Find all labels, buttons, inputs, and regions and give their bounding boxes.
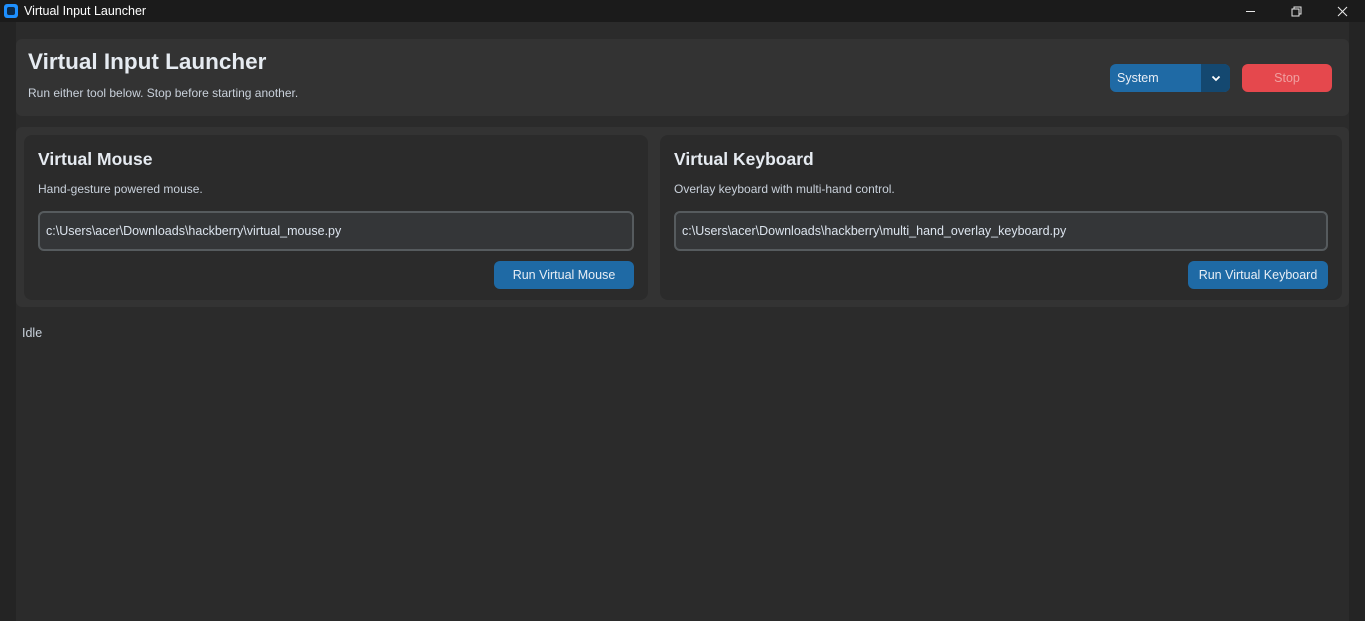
close-icon <box>1337 6 1347 16</box>
chevron-down-icon <box>1211 75 1220 81</box>
virtual-mouse-card: Virtual Mouse Hand-gesture powered mouse… <box>24 135 648 300</box>
card-title: Virtual Mouse <box>38 149 153 169</box>
card-description: Hand-gesture powered mouse. <box>38 182 203 196</box>
theme-select[interactable]: System <box>1110 64 1230 92</box>
virtual-keyboard-card: Virtual Keyboard Overlay keyboard with m… <box>660 135 1342 300</box>
minimize-icon <box>1245 10 1255 12</box>
keyboard-script-path-input[interactable] <box>674 211 1328 251</box>
window-title: Virtual Input Launcher <box>24 4 147 18</box>
theme-dropdown-button[interactable] <box>1201 64 1230 92</box>
app-icon <box>4 4 18 18</box>
window-titlebar: Virtual Input Launcher <box>0 0 1365 22</box>
stop-button[interactable]: Stop <box>1242 64 1332 92</box>
restore-button[interactable] <box>1273 0 1319 22</box>
card-title: Virtual Keyboard <box>674 149 814 169</box>
status-label: Idle <box>22 326 43 340</box>
run-virtual-mouse-button[interactable]: Run Virtual Mouse <box>494 261 634 289</box>
minimize-button[interactable] <box>1227 0 1273 22</box>
page-title: Virtual Input Launcher <box>28 49 267 74</box>
card-description: Overlay keyboard with multi-hand control… <box>674 182 895 196</box>
run-virtual-keyboard-button[interactable]: Run Virtual Keyboard <box>1188 261 1328 289</box>
mouse-script-path-input[interactable] <box>38 211 634 251</box>
theme-select-value: System <box>1117 71 1159 85</box>
restore-icon <box>1291 6 1301 16</box>
close-button[interactable] <box>1319 0 1365 22</box>
page-subtitle: Run either tool below. Stop before start… <box>28 86 299 100</box>
